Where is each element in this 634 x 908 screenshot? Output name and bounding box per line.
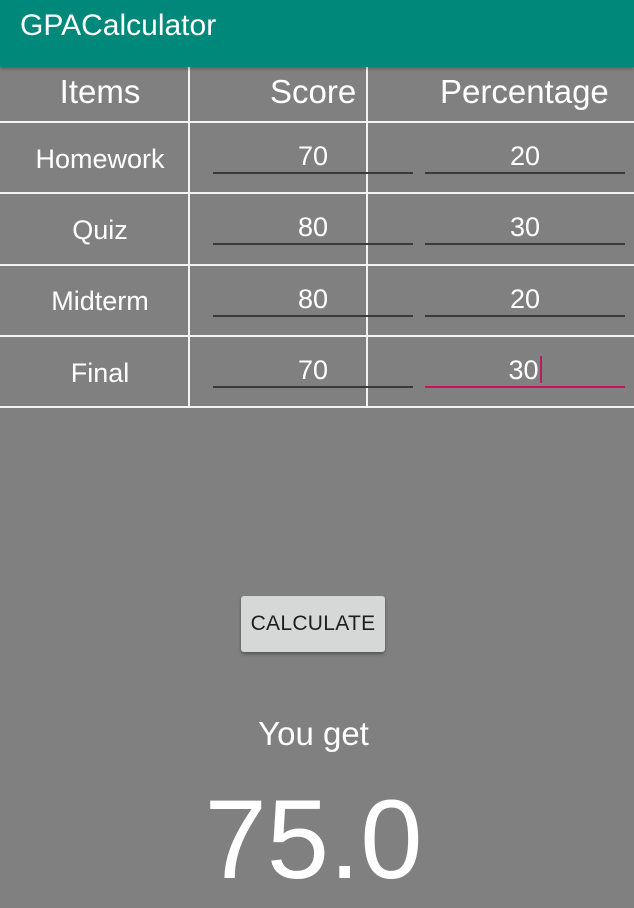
calculate-button[interactable]: CALCULATE: [241, 596, 385, 652]
score-value: 80: [297, 212, 329, 242]
header-score: Score: [270, 73, 357, 110]
percentage-input-homework[interactable]: 20: [425, 134, 625, 174]
score-input-quiz[interactable]: 80: [213, 205, 413, 245]
result-label: You get: [258, 715, 369, 752]
row-label-homework: Homework: [35, 144, 165, 174]
header-percentage: Percentage: [440, 73, 609, 110]
percentage-input-midterm[interactable]: 20: [425, 277, 625, 317]
percentage-value: 30: [508, 355, 539, 385]
row-label-midterm: Midterm: [51, 286, 149, 316]
table-divider: [0, 335, 634, 337]
percentage-value: 30: [509, 212, 541, 242]
table-divider: [0, 192, 634, 194]
score-input-homework[interactable]: 70: [213, 134, 413, 174]
app-title: GPACalculator: [20, 9, 217, 42]
score-input-final[interactable]: 70: [213, 348, 413, 388]
percentage-value: 20: [509, 284, 541, 314]
table-divider: [0, 264, 634, 266]
row-label-final: Final: [70, 358, 130, 388]
table-divider: [0, 406, 634, 408]
percentage-input-quiz[interactable]: 30: [425, 205, 625, 245]
percentage-value: 20: [509, 141, 541, 171]
score-value: 80: [297, 284, 329, 314]
percentage-input-final[interactable]: 30: [425, 348, 625, 388]
result-value: 75.0: [204, 777, 423, 902]
app-bar: GPACalculator: [0, 0, 634, 67]
table-divider: [0, 121, 634, 123]
percentage-value-wrap: 30: [425, 354, 625, 386]
text-cursor: [539, 356, 542, 383]
row-label-quiz: Quiz: [72, 215, 128, 245]
score-input-midterm[interactable]: 80: [213, 277, 413, 317]
score-value: 70: [297, 141, 329, 171]
score-value: 70: [297, 355, 329, 385]
grade-table: Items Score Percentage Homework 70 20 Qu…: [0, 67, 634, 409]
header-items: Items: [59, 73, 141, 110]
